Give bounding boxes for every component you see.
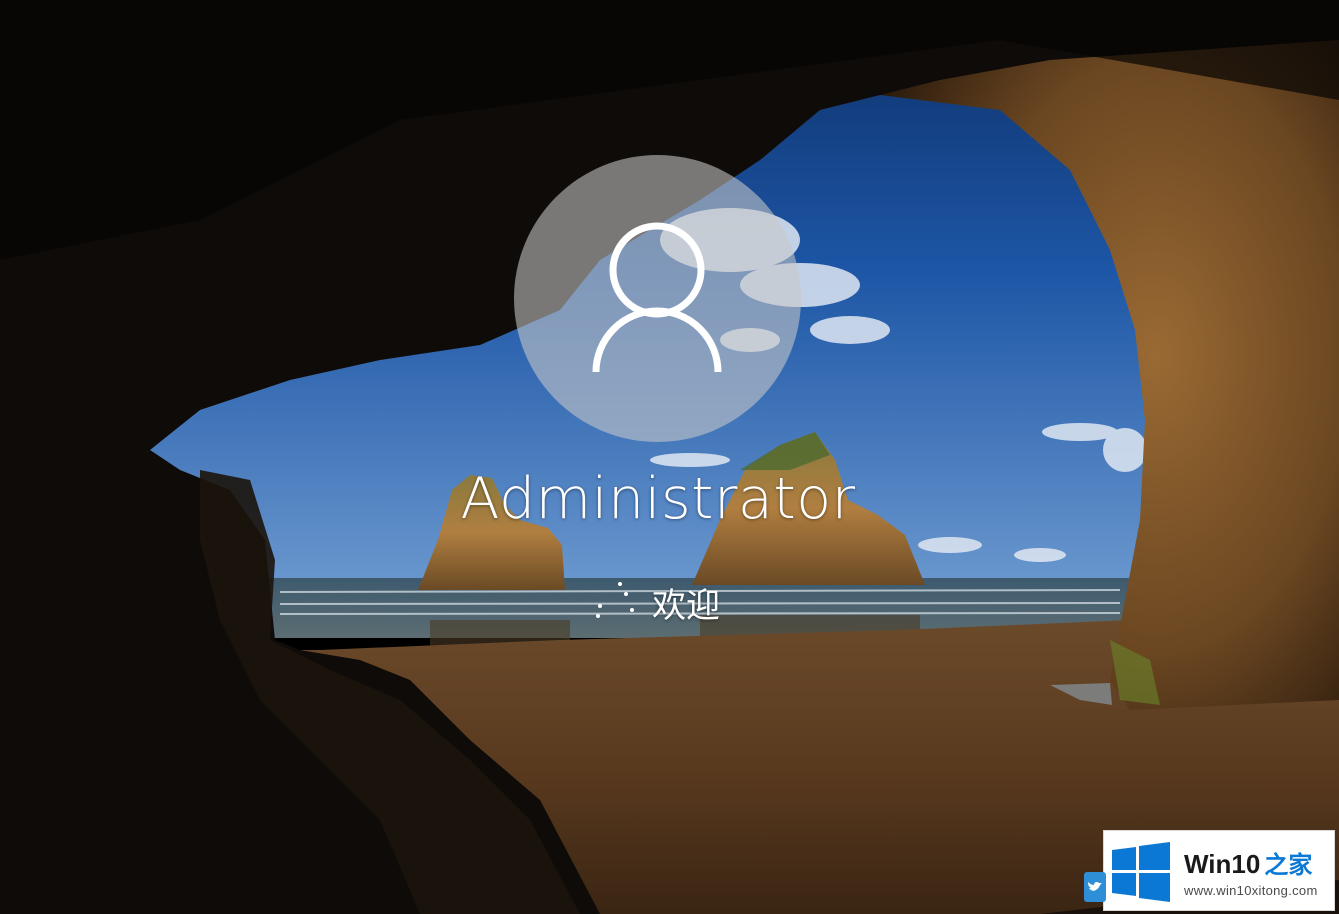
user-name: Administrator [460, 466, 856, 532]
watermark-name: Win10 [1184, 849, 1261, 879]
user-avatar [514, 155, 801, 442]
welcome-text: 欢迎 [652, 585, 720, 626]
user-silhouette-icon [592, 222, 722, 373]
login-status: 欢迎 [592, 580, 720, 626]
watermark-suffix: 之家 [1264, 851, 1313, 879]
watermark-url: www.win10xitong.com [1184, 883, 1318, 898]
windows-logo-icon [1112, 842, 1170, 902]
twitter-bird-icon [1084, 872, 1106, 902]
site-watermark: Win10 之家 www.win10xitong.com [1103, 830, 1335, 911]
loading-dots-icon [592, 580, 638, 624]
background-wallpaper [0, 0, 1339, 914]
